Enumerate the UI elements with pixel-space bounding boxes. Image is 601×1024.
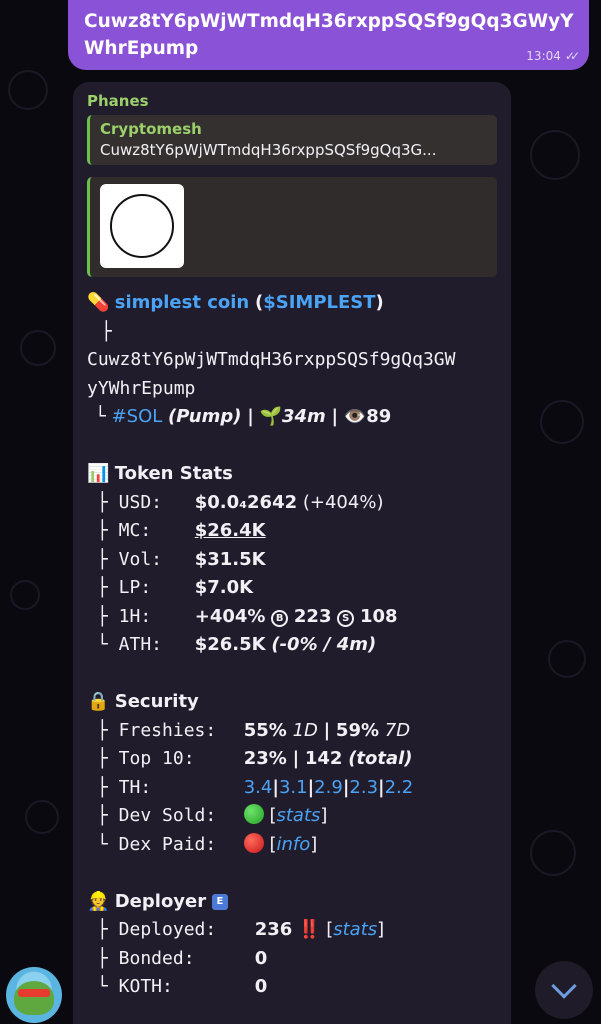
double-check-icon: ✓✓ [564,49,580,63]
vol-value: $31.5K [194,548,266,570]
preview-thumbnail [100,184,184,268]
reply-title: Cryptomesh [100,120,202,138]
top10-label: ├ Top 10: [97,748,195,769]
deployer-heading: Deployer [114,890,207,912]
outgoing-message[interactable]: Cuwz8tY6pWjWTmdqH36rxppSQSf9gQq3GWyYWhrE… [68,0,589,70]
ath-value: $26.5K [194,634,266,655]
double-exclamation-icon: ‼️ [298,919,321,940]
dexpaid-label: └ Dex Paid: [97,833,217,855]
circle-logo-icon [110,194,174,258]
th-value-2[interactable]: 3.1 [279,777,308,798]
koth-value: 0 [254,976,268,997]
message-time: 13:04 [526,49,561,63]
devsold-stats-link[interactable]: stats [277,805,321,826]
usd-label: ├ USD: [97,491,163,513]
reply-quote[interactable]: Cryptomesh Cuwz8tY6pWjWTmdqH36rxppSQSf9g… [87,115,497,165]
1h-label: ├ 1H: [97,605,152,627]
sender-name[interactable]: Phanes [87,92,497,112]
th-value-3[interactable]: 2.9 [314,777,343,798]
ath-change: (-0% / 4m) [271,634,377,655]
pill-icon: 💊 [87,292,110,313]
1h-change: +404% [194,605,266,627]
view-count: 89 [366,406,392,427]
lock-icon: 🔒 [87,691,110,712]
mc-value-link[interactable]: $26.4K [195,520,266,541]
usd-change: (+404%) [302,491,384,513]
chevron-down-icon [551,973,577,999]
tree-last: └ [95,406,106,427]
sprout-icon: 🌱 [259,406,282,427]
freshies-1d-tag: 1D [292,719,318,741]
outgoing-message-text: Cuwz8tY6pWjWTmdqH36rxppSQSf9gQq3GWyYWhrE… [84,11,574,59]
green-circle-icon [243,804,264,824]
pepe-avatar-icon[interactable] [6,967,62,1023]
stats-heading: Token Stats [114,463,233,484]
construction-worker-icon: 👷 [87,890,110,912]
e-badge-icon: E [211,893,228,910]
reply-text: Cuwz8tY6pWjWTmdqH36rxppSQSf9gQq3G... [100,141,437,159]
bonded-value: 0 [254,947,268,969]
ath-label: └ ATH: [97,634,163,655]
link-preview[interactable] [87,177,497,277]
buys-icon: B [271,609,289,627]
token-address-line2[interactable]: yYWhrEpump [87,375,497,404]
top10-count: 142 [304,748,343,769]
1h-buys: 223 [293,605,332,627]
freshies-7d: 59% [335,719,380,741]
eye-icon: 👁️ [343,406,367,427]
token-address-line1[interactable]: Cuwz8tY6pWjWTmdqH36rxppSQSf9gQq3GW [87,346,497,375]
incoming-message[interactable]: Phanes Cryptomesh Cuwz8tY6pWjWTmdqH36rxp… [73,82,511,1024]
freshies-1d: 55% [243,719,287,741]
top10-total: (total) [348,748,413,769]
bonded-label: ├ Bonded: [97,947,195,969]
security-heading: Security [114,691,199,712]
top10-pct: 23% [243,748,287,769]
message-meta: 13:04 ✓✓ [526,49,580,63]
platform: (Pump) [168,406,242,427]
koth-label: └ KOTH: [97,976,173,997]
message-body: 💊 simplest coin ($SIMPLEST) ├ Cuwz8tY6pW… [87,289,497,1002]
chart-icon: 📊 [87,463,110,484]
red-circle-icon [243,832,264,853]
token-name-link[interactable]: simplest coin [115,292,250,313]
lp-value: $7.0K [194,577,254,598]
freshies-label: ├ Freshies: [97,719,217,741]
deployed-value: 236 [254,919,293,940]
devsold-label: ├ Dev Sold: [97,805,217,826]
th-value-5[interactable]: 2.2 [385,777,414,798]
sells-icon: S [337,609,355,627]
th-value-4[interactable]: 2.3 [349,777,378,798]
th-label: ├ TH: [97,776,152,798]
dexpaid-info-link[interactable]: info [277,834,311,855]
lp-label: ├ LP: [97,577,152,598]
vol-label: ├ Vol: [97,548,163,570]
token-symbol-link[interactable]: $SIMPLEST [263,292,375,313]
chain-hashtag[interactable]: #SOL [112,406,163,427]
deployer-stats-link[interactable]: stats [333,919,377,940]
th-value-1[interactable]: 3.4 [244,777,273,798]
usd-value: $0.0₄2642 [194,491,298,513]
mc-label: ├ MC: [97,520,152,541]
token-age: 34m [281,406,326,427]
deployed-label: ├ Deployed: [97,919,217,940]
freshies-7d-tag: 7D [384,719,411,741]
1h-sells: 108 [359,605,398,627]
tree-branch: ├ [101,320,112,342]
scroll-down-button[interactable] [535,961,593,1019]
